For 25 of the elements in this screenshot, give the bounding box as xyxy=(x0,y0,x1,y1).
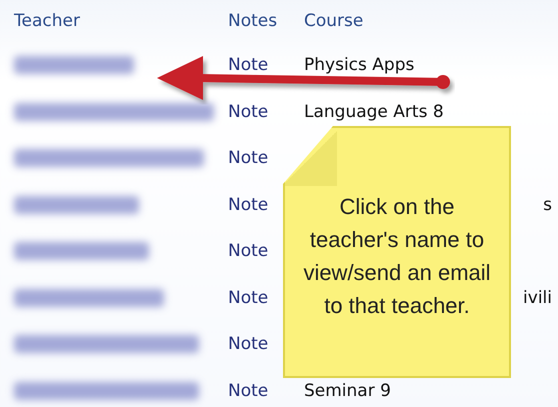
column-header: Teacher xyxy=(14,11,80,31)
course-name: Language Arts 8 xyxy=(304,102,444,122)
note-link[interactable]: Note xyxy=(228,102,268,122)
callout-text: Click on the teacher's name to view/send an email to that teacher. xyxy=(302,193,492,320)
blurred-name[interactable] xyxy=(14,242,149,260)
note-link[interactable]: Note xyxy=(228,148,268,168)
course-name: Physics Apps xyxy=(304,55,414,76)
blurred-name[interactable] xyxy=(14,288,164,307)
note-link[interactable]: Note xyxy=(228,241,268,262)
blurred-name[interactable] xyxy=(14,382,199,400)
blurred-name[interactable] xyxy=(14,335,199,354)
blurred-name[interactable] xyxy=(14,56,134,74)
note-link[interactable]: Note xyxy=(228,380,268,401)
course-name: s xyxy=(543,194,552,215)
blurred-name[interactable] xyxy=(14,102,214,121)
course-name: ivili xyxy=(523,288,552,308)
note-link[interactable]: Note xyxy=(228,288,268,308)
note-link[interactable]: Note xyxy=(228,334,268,354)
note-link[interactable]: Note xyxy=(228,194,268,215)
column-header: Course xyxy=(304,11,364,31)
blurred-name[interactable] xyxy=(14,149,204,168)
course-name: Seminar 9 xyxy=(304,380,391,401)
blurred-name[interactable] xyxy=(14,196,139,214)
note-link[interactable]: Note xyxy=(228,55,268,76)
column-header: Notes xyxy=(228,11,278,31)
